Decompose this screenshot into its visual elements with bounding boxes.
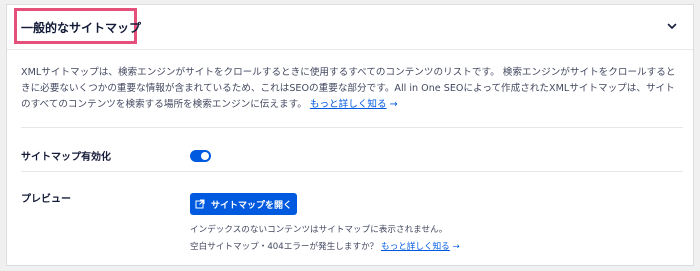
toggle-knob xyxy=(201,152,209,160)
general-sitemap-card: 一般的なサイトマップ XMLサイトマップは、検索エンジンがサイトをクロールすると… xyxy=(6,4,694,266)
card-title: 一般的なサイトマップ xyxy=(21,21,142,35)
enable-sitemap-label: サイトマップ有効化 xyxy=(21,152,111,163)
open-sitemap-button-label: サイトマップを開く xyxy=(210,200,292,211)
no-index-help-text: インデックスのないコンテンツはサイトマップに表示されません。 xyxy=(190,225,448,235)
open-sitemap-button[interactable]: サイトマップを開く xyxy=(190,193,297,215)
blank-sitemap-help-text: 空白サイトマップ・404エラーが発生しますか？ xyxy=(190,242,379,252)
learn-more-arrow: → xyxy=(389,99,398,110)
divider xyxy=(21,127,683,128)
sitemap-description: XMLサイトマップは、検索エンジンがサイトをクロールするときに使用するすべてのコ… xyxy=(21,65,683,113)
preview-label: プレビュー xyxy=(21,194,71,205)
help-learn-more-link[interactable]: もっと詳しく知る xyxy=(381,242,450,252)
enable-sitemap-toggle[interactable] xyxy=(190,150,211,162)
help-learn-more-arrow: → xyxy=(452,242,460,252)
divider xyxy=(21,171,683,172)
external-link-icon xyxy=(195,199,205,209)
learn-more-link[interactable]: もっと詳しく知る xyxy=(310,99,387,110)
chevron-down-icon[interactable] xyxy=(665,19,679,33)
card-header[interactable]: 一般的なサイトマップ xyxy=(7,5,693,50)
blank-sitemap-help: 空白サイトマップ・404エラーが発生しますか？ もっと詳しく知る → xyxy=(190,240,460,252)
